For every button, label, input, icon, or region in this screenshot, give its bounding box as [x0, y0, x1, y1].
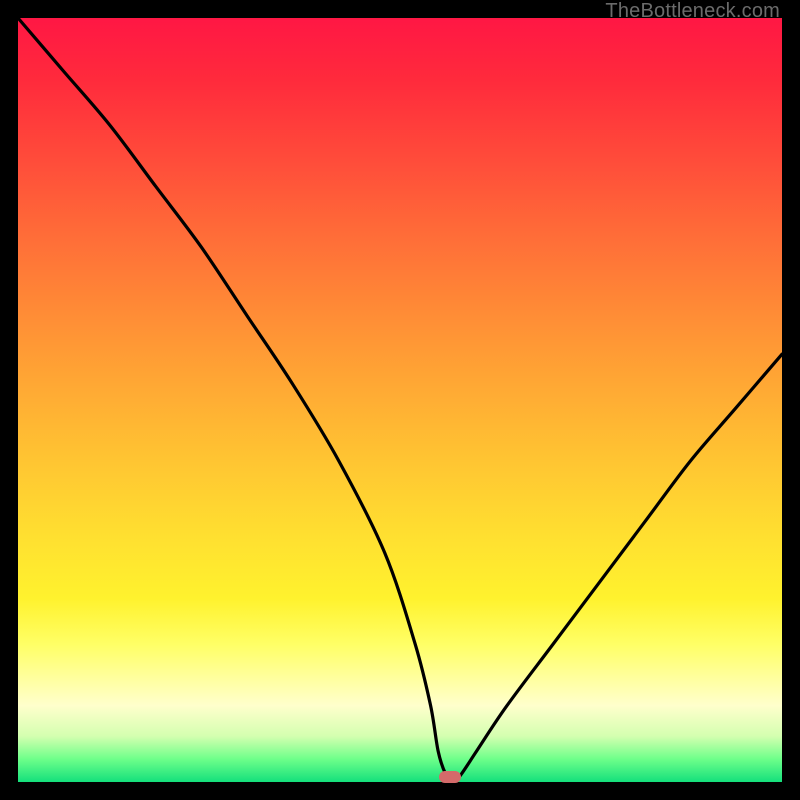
watermark-text: TheBottleneck.com	[605, 0, 780, 23]
chart-frame: TheBottleneck.com	[0, 0, 800, 800]
bottleneck-curve	[18, 18, 782, 782]
optimum-marker	[439, 771, 461, 783]
plot-area	[18, 18, 782, 782]
